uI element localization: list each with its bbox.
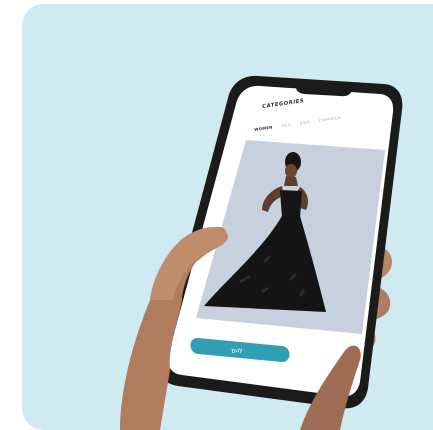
illustration [120,75,403,430]
scene: CATEGORIES WOMEN MEN KIDS CAMPAIGN buy [0,0,433,430]
